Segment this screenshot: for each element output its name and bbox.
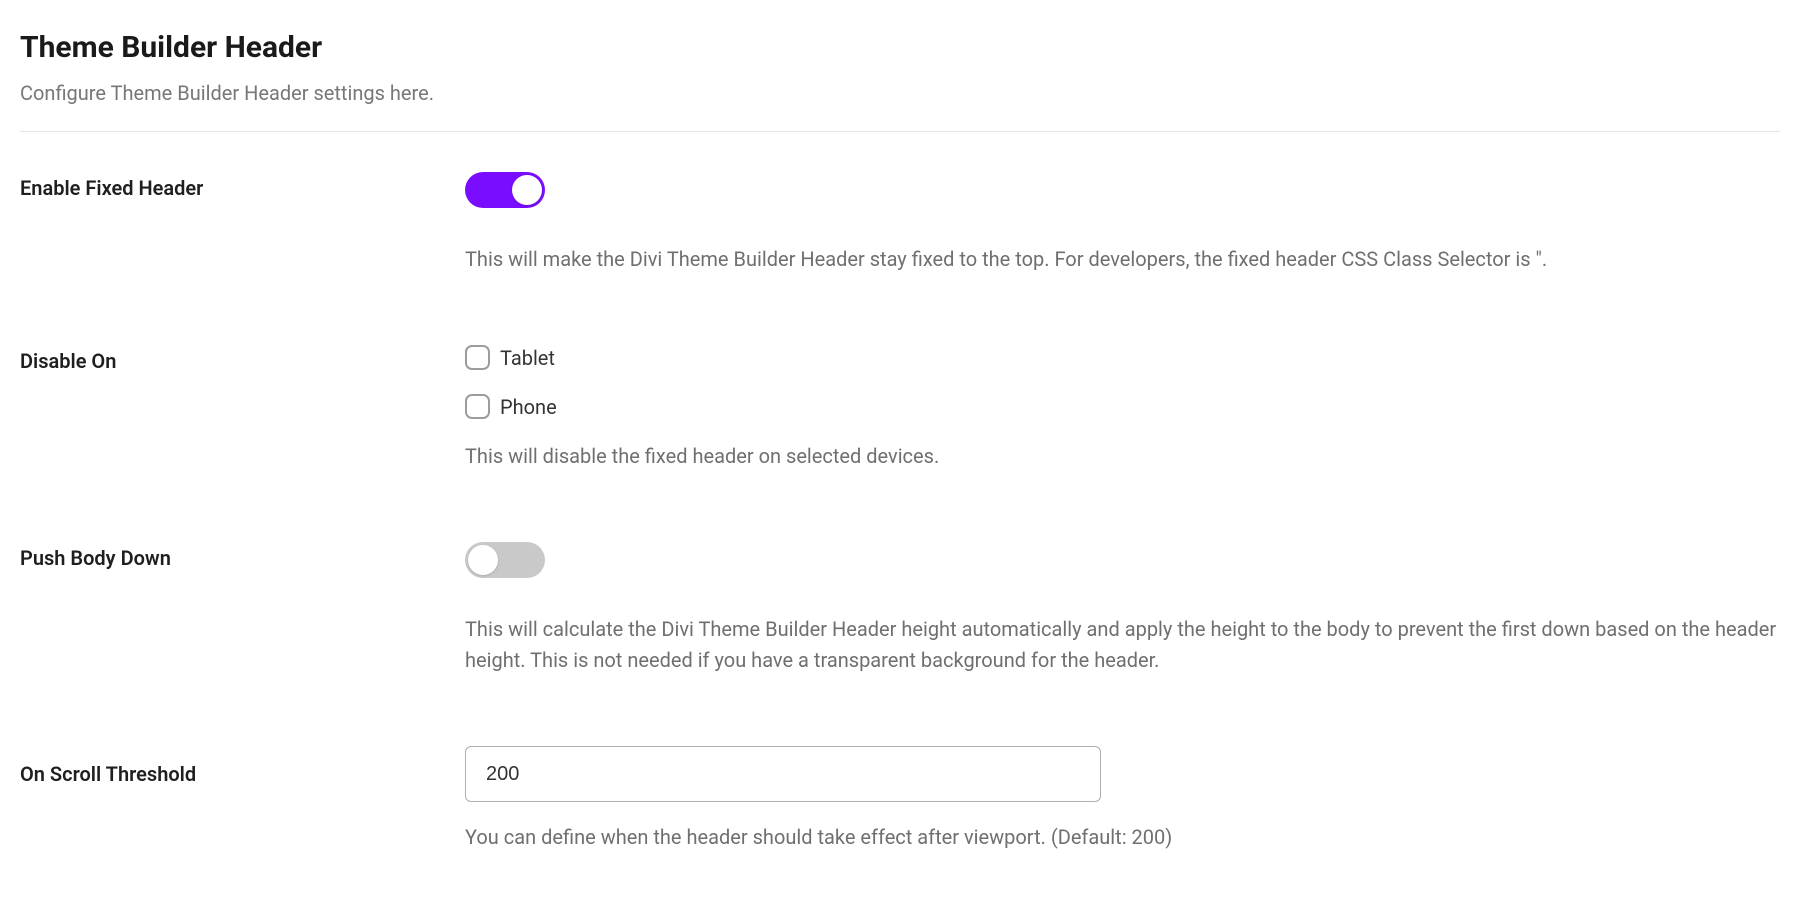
enable-fixed-header-label: Enable Fixed Header [20, 176, 203, 200]
label-column: Push Body Down [20, 542, 465, 570]
disable-on-phone-label[interactable]: Phone [500, 395, 557, 419]
setting-enable-fixed-header: Enable Fixed Header This will make the D… [20, 172, 1780, 275]
on-scroll-threshold-help: You can define when the header should ta… [465, 822, 1780, 853]
label-column: Disable On [20, 345, 465, 373]
on-scroll-threshold-label: On Scroll Threshold [20, 762, 196, 786]
control-column: You can define when the header should ta… [465, 746, 1780, 853]
disable-on-tablet-checkbox[interactable] [465, 345, 490, 370]
disable-on-tablet-row: Tablet [465, 345, 1780, 370]
push-body-down-label: Push Body Down [20, 546, 171, 570]
control-column: This will calculate the Divi Theme Build… [465, 542, 1780, 676]
toggle-knob [512, 175, 542, 205]
disable-on-tablet-label[interactable]: Tablet [500, 346, 555, 370]
disable-on-phone-row: Phone [465, 394, 1780, 419]
page-subtitle: Configure Theme Builder Header settings … [20, 81, 1780, 105]
enable-fixed-header-help: This will make the Divi Theme Builder He… [465, 244, 1780, 275]
setting-on-scroll-threshold: On Scroll Threshold You can define when … [20, 746, 1780, 853]
setting-disable-on: Disable On Tablet Phone This will disabl… [20, 345, 1780, 472]
on-scroll-threshold-input[interactable] [465, 746, 1101, 802]
control-column: Tablet Phone This will disable the fixed… [465, 345, 1780, 472]
section-divider [20, 131, 1780, 132]
disable-on-help: This will disable the fixed header on se… [465, 441, 1780, 472]
page-title: Theme Builder Header [20, 30, 1780, 65]
push-body-down-help: This will calculate the Divi Theme Build… [465, 614, 1780, 676]
disable-on-label: Disable On [20, 349, 116, 373]
label-column: On Scroll Threshold [20, 746, 465, 786]
label-column: Enable Fixed Header [20, 172, 465, 200]
toggle-knob [468, 545, 498, 575]
disable-on-phone-checkbox[interactable] [465, 394, 490, 419]
enable-fixed-header-toggle[interactable] [465, 172, 545, 208]
control-column: This will make the Divi Theme Builder He… [465, 172, 1780, 275]
push-body-down-toggle[interactable] [465, 542, 545, 578]
setting-push-body-down: Push Body Down This will calculate the D… [20, 542, 1780, 676]
